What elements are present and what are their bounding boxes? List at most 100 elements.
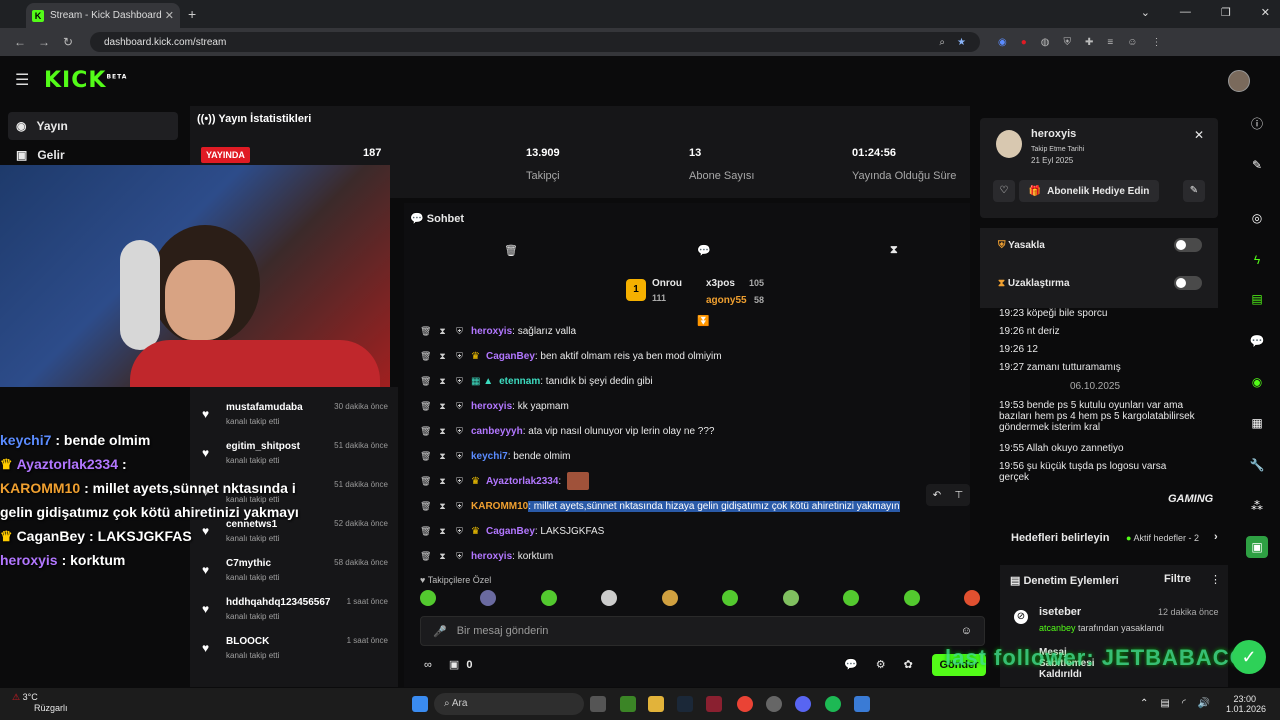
ban-toggle[interactable] xyxy=(1174,238,1202,252)
puzzle-icon[interactable]: ✚ xyxy=(1085,37,1093,48)
emote-icon[interactable] xyxy=(963,590,980,606)
shield-icon[interactable]: ⛨ xyxy=(454,451,465,462)
chrome-icon[interactable] xyxy=(737,696,753,712)
follow-heart-button[interactable]: ♡ xyxy=(993,180,1015,202)
app-icon[interactable]: ▣ xyxy=(1246,536,1268,558)
chat-message[interactable]: 🗑 ⧗ ⛨ ♛ CaganBey: ben aktif olmam reis ya be… xyxy=(420,345,980,367)
chevron-right-icon[interactable]: › xyxy=(1214,531,1218,543)
gear-icon[interactable]: ⚙ xyxy=(876,658,886,671)
emote-icon[interactable] xyxy=(661,590,678,606)
mod-tool-button[interactable]: ✎ xyxy=(1183,180,1205,202)
close-tab-icon[interactable]: ✕ xyxy=(165,9,174,22)
chat-username[interactable]: Ayaztorlak2334 xyxy=(486,476,558,487)
chat-message[interactable]: 🗑 ⧗ ⛨ heroxyis: sağlarız valla xyxy=(420,320,980,342)
chat-bubble-icon[interactable]: 💬 xyxy=(697,244,711,257)
trash-icon[interactable]: 🗑 xyxy=(420,426,431,437)
profile-icon[interactable]: ☺ xyxy=(1127,37,1137,48)
chat-message[interactable]: 🗑 ⧗ ⛨ KAROMM10: millet ayets,sünnet nktasın… xyxy=(420,495,980,517)
wrench-icon[interactable]: 🔧 xyxy=(1246,454,1268,476)
link-icon[interactable]: ∞ xyxy=(424,659,432,671)
chat-username[interactable]: canbeyyyh xyxy=(471,426,523,437)
emote-icon[interactable] xyxy=(540,590,557,606)
chat-message[interactable]: 🗑 ⧗ ⛨ heroxyis: korktum xyxy=(420,545,980,567)
maximize-icon[interactable]: ❐ xyxy=(1221,6,1231,19)
trash-icon[interactable]: 🗑 xyxy=(420,401,431,412)
chat-username[interactable]: heroxyis xyxy=(471,401,512,412)
wifi-icon[interactable]: ◜ xyxy=(1182,698,1186,709)
app-icon[interactable] xyxy=(706,696,722,712)
shapes-icon[interactable]: ⁂ xyxy=(1246,495,1268,517)
camera-icon[interactable]: ◎ xyxy=(1246,207,1268,229)
hourglass-icon[interactable]: ⧗ xyxy=(437,351,448,362)
emoji-icon[interactable]: ☺ xyxy=(961,625,972,637)
zoom-icon[interactable]: ⌕ xyxy=(939,37,945,48)
sidebar-item-yayin[interactable]: ◉ Yayın xyxy=(8,112,178,140)
info-icon[interactable]: ⓘ xyxy=(1246,113,1268,135)
shield-icon[interactable]: ⛨ xyxy=(454,376,465,387)
spotify-icon[interactable] xyxy=(825,696,841,712)
chat-message-input[interactable]: 🎤 Bir mesaj gönderin ☺ xyxy=(420,616,985,646)
mic-icon[interactable]: 🎤 xyxy=(433,625,447,638)
hourglass-icon[interactable]: ⧗ xyxy=(437,426,448,437)
clock[interactable]: 23:00 1.01.2026 xyxy=(1226,694,1266,714)
edit-icon[interactable]: ✎ xyxy=(1246,154,1268,176)
menu-icon[interactable]: ⋮ xyxy=(1151,37,1161,48)
extension-icon[interactable]: ◉ xyxy=(998,37,1007,48)
shield-icon[interactable]: ⛨ xyxy=(454,351,465,362)
emote-icon[interactable] xyxy=(601,590,618,606)
mod-action-user[interactable]: iseteber xyxy=(1039,606,1081,618)
chat-bubble-icon[interactable]: 💬 xyxy=(1246,330,1268,352)
more-icon[interactable]: ⋮ xyxy=(1210,573,1221,586)
steam-icon[interactable] xyxy=(677,696,693,712)
close-icon[interactable]: ✕ xyxy=(1194,128,1204,142)
app-tray-icon[interactable]: ▤ xyxy=(1160,698,1169,709)
folder-icon[interactable] xyxy=(648,696,664,712)
reload-icon[interactable]: ↻ xyxy=(56,35,80,49)
shield-icon[interactable]: ⛨ xyxy=(454,526,465,537)
chat-message[interactable]: 🗑 ⧗ ⛨ heroxyis: kk yapmam xyxy=(420,395,980,417)
reply-icon[interactable]: ↶ xyxy=(933,490,941,501)
url-field[interactable]: dashboard.kick.com/stream ⌕ ★ xyxy=(90,32,980,52)
chat-message[interactable]: 🗑 ⧗ ⛨ ♛ Ayaztorlak2334: xyxy=(420,470,980,492)
trash-icon[interactable]: 🗑 xyxy=(420,476,431,487)
chat-message[interactable]: 🗑 ⧗ ⛨ keychi7: bende olmim xyxy=(420,445,980,467)
trash-icon[interactable]: 🗑 xyxy=(420,376,431,387)
shield-icon[interactable]: ⛨ xyxy=(1064,37,1072,48)
chat-username[interactable]: CaganBey xyxy=(486,526,535,537)
shield-icon[interactable]: ⛨ xyxy=(454,501,465,512)
taskbar-search[interactable]: ⌕ Ara xyxy=(434,693,584,715)
emote-icon[interactable]: ✿ xyxy=(904,658,913,671)
close-window-icon[interactable]: ✕ xyxy=(1261,6,1270,19)
trash-icon[interactable]: 🗑 xyxy=(420,526,431,537)
list-item[interactable]: ♥ hddhqahdq123456567 1 saat önce kanalı … xyxy=(190,594,398,633)
trash-icon[interactable]: 🗑 xyxy=(420,451,431,462)
shield-icon[interactable]: ⛨ xyxy=(454,476,465,487)
browser-tab[interactable]: K Stream - Kick Dashboard ✕ xyxy=(26,3,180,28)
minecraft-icon[interactable] xyxy=(620,696,636,712)
chat-username[interactable]: etennam xyxy=(499,376,540,387)
extension-icon[interactable]: ● xyxy=(1021,37,1027,48)
gift-subscription-button[interactable]: 🎁 Abonelik Hediye Edin xyxy=(1019,180,1159,202)
trash-icon[interactable]: 🗑 xyxy=(420,326,431,337)
goals-row[interactable]: Hedefleri belirleyin ● Aktif hedefler - … xyxy=(1000,525,1228,551)
avatar[interactable] xyxy=(1228,70,1250,92)
user-card-name[interactable]: heroxyis xyxy=(1031,128,1076,140)
chat-username[interactable]: heroxyis xyxy=(471,551,512,562)
emote-icon[interactable] xyxy=(420,590,436,606)
hourglass-icon[interactable]: ⧗ xyxy=(890,244,898,257)
chat-username[interactable]: KAROMM10 xyxy=(471,501,528,512)
hourglass-icon[interactable]: ⧗ xyxy=(437,376,448,387)
filter-button[interactable]: Filtre xyxy=(1164,573,1191,585)
lightning-icon[interactable]: ϟ xyxy=(1246,249,1268,271)
chevron-down-icon[interactable]: ⌄ xyxy=(1141,6,1150,19)
minimize-icon[interactable]: — xyxy=(1180,6,1191,19)
hourglass-icon[interactable]: ⧗ xyxy=(437,451,448,462)
chat-username[interactable]: CaganBey xyxy=(486,351,535,362)
hourglass-icon[interactable]: ⧗ xyxy=(437,326,448,337)
chat-message[interactable]: 🗑 ⧗ ⛨ ▦ ▲ etennam: tanıdık bi şeyi dedin gib… xyxy=(420,370,980,392)
list-item[interactable]: ♥ BLOOCK 1 saat önce kanalı takip etti xyxy=(190,633,398,672)
hourglass-icon[interactable]: ⧗ xyxy=(437,501,448,512)
chat-message[interactable]: 🗑 ⧗ ⛨ canbeyyyh: ata vip nasıl olunuyor vip… xyxy=(420,420,980,442)
chat-username[interactable]: keychi7 xyxy=(471,451,508,462)
back-icon[interactable]: ← xyxy=(8,35,32,49)
